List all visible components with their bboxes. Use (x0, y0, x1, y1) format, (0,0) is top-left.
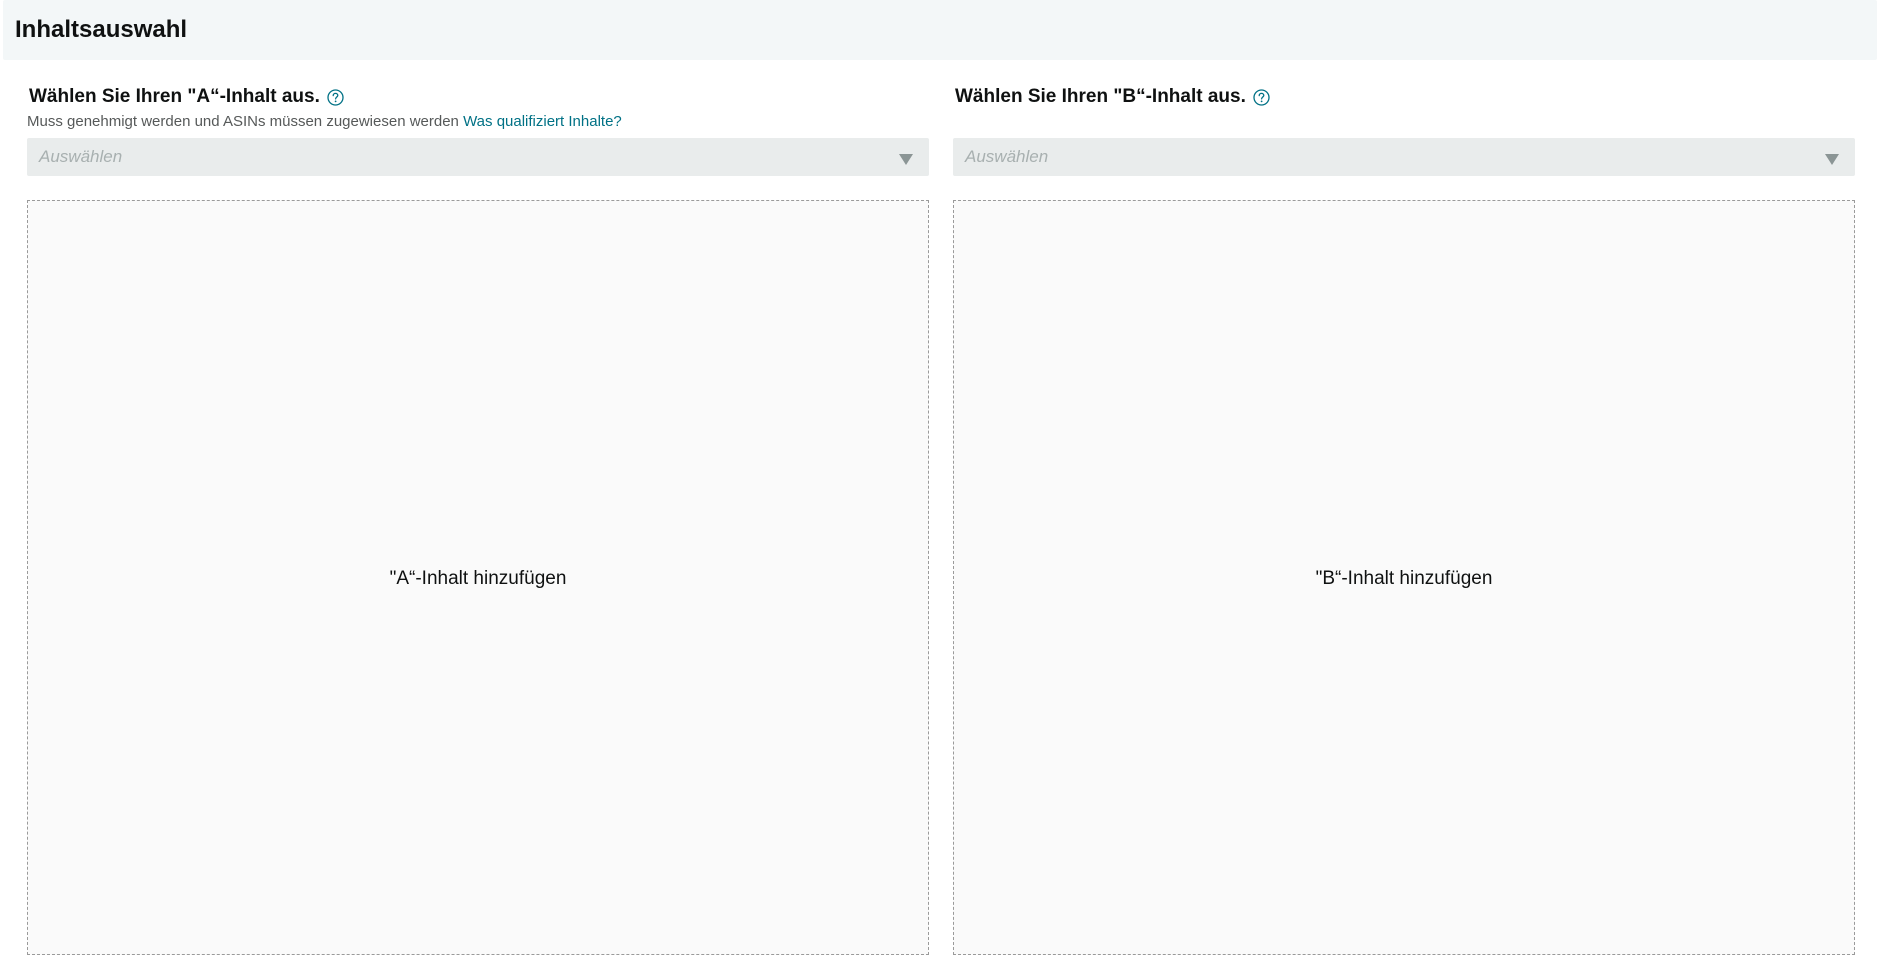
content-a-select[interactable]: Auswählen (27, 138, 929, 176)
content-a-subtitle-text: Muss genehmigt werden und ASINs müssen z… (27, 113, 459, 130)
section-title: Inhaltsauswahl (15, 16, 188, 43)
content-b-drop-zone[interactable]: "B“-Inhalt hinzufügen (953, 200, 1855, 955)
content-a-drop-zone-label: "A“-Inhalt hinzufügen (389, 568, 567, 589)
content-b-label: Wählen Sie Ihren "B“-Inhalt aus. (955, 86, 1246, 107)
content-a-label: Wählen Sie Ihren "A“-Inhalt aus. (29, 86, 320, 107)
content-a-label-row: Wählen Sie Ihren "A“-Inhalt aus. (29, 84, 344, 110)
content-b-column: Wählen Sie Ihren "B“-Inhalt aus. Auswähl… (953, 60, 1855, 973)
content-a-drop-zone[interactable]: "A“-Inhalt hinzufügen (27, 200, 929, 955)
content-a-subtitle: Muss genehmigt werden und ASINs müssen z… (27, 112, 622, 132)
caret-down-icon (1825, 152, 1839, 165)
content-b-label-row: Wählen Sie Ihren "B“-Inhalt aus. (955, 84, 1270, 110)
content-b-select[interactable]: Auswählen (953, 138, 1855, 176)
content-a-column: Wählen Sie Ihren "A“-Inhalt aus. Muss ge… (27, 60, 929, 973)
content-b-select-placeholder: Auswählen (965, 147, 1049, 166)
caret-down-icon (899, 152, 913, 165)
qualification-help-link[interactable]: Was qualifiziert Inhalte? (463, 113, 622, 130)
content-a-select-placeholder: Auswählen (39, 147, 123, 166)
question-circle-icon[interactable] (1253, 88, 1270, 106)
content-b-drop-zone-label: "B“-Inhalt hinzufügen (1315, 568, 1493, 589)
section-header: Inhaltsauswahl (3, 0, 1877, 60)
question-circle-icon[interactable] (327, 88, 344, 106)
